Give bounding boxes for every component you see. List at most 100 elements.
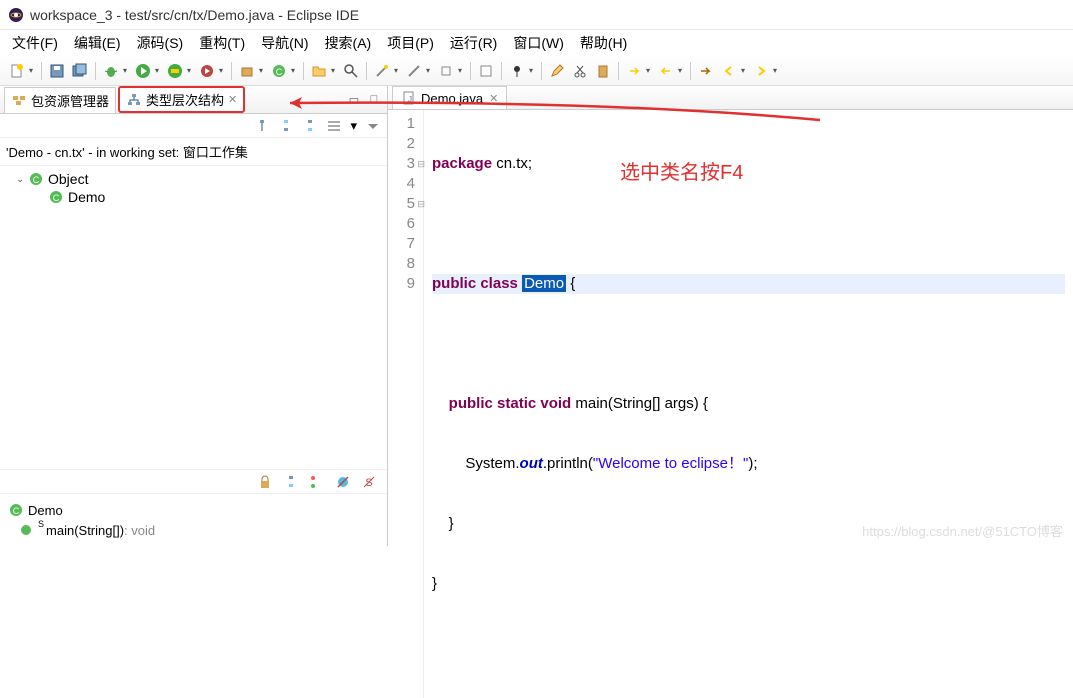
menu-refactor[interactable]: 重构(T) (191, 31, 253, 55)
back-icon (721, 63, 737, 79)
maximize-icon[interactable]: □ (367, 93, 381, 107)
show-subtype-icon[interactable] (302, 118, 318, 134)
menu-source[interactable]: 源码(S) (129, 31, 192, 55)
toggle3-button[interactable] (435, 60, 457, 82)
menu-search[interactable]: 搜索(A) (317, 31, 380, 55)
dropdown-icon[interactable]: ▾ (123, 66, 131, 75)
save-button[interactable] (46, 60, 68, 82)
tree-label: Demo (68, 189, 105, 205)
new-icon (9, 63, 25, 79)
prev-annotation-button[interactable] (655, 60, 677, 82)
dropdown-icon[interactable]: ▾ (678, 66, 686, 75)
new-button[interactable] (6, 60, 28, 82)
editor-tab-demo[interactable]: J Demo.java ✕ (392, 86, 507, 109)
run-last-button[interactable] (196, 60, 218, 82)
coverage-icon (167, 63, 183, 79)
dropdown-icon[interactable]: ▾ (458, 66, 466, 75)
sort-icon[interactable] (309, 474, 325, 490)
dropdown-icon[interactable]: ▾ (741, 66, 749, 75)
tree-row-object[interactable]: ⌄ C Object (8, 170, 379, 188)
dropdown-icon[interactable]: ▾ (29, 66, 37, 75)
dropdown-icon[interactable]: ▾ (394, 66, 402, 75)
open-task-button[interactable] (475, 60, 497, 82)
selected-class-name[interactable]: Demo (522, 275, 566, 292)
pin-button[interactable] (506, 60, 528, 82)
dropdown-icon[interactable]: ▾ (259, 66, 267, 75)
bug-icon (103, 63, 119, 79)
history-icon[interactable] (326, 118, 342, 134)
dropdown-icon[interactable]: ▾ (291, 66, 299, 75)
package-icon (239, 63, 255, 79)
menu-file[interactable]: 文件(F) (4, 31, 66, 55)
task-icon (478, 63, 494, 79)
separator (470, 62, 471, 80)
method-return: : void (124, 523, 155, 538)
view-menu-icon[interactable] (365, 118, 381, 134)
toggle2-button[interactable] (403, 60, 425, 82)
search-button[interactable] (340, 60, 362, 82)
last-edit-button[interactable] (695, 60, 717, 82)
tab-type-hierarchy[interactable]: 类型层次结构 ✕ (118, 86, 245, 113)
svg-text:J: J (408, 95, 412, 104)
search-icon (343, 63, 359, 79)
cut-button[interactable] (569, 60, 591, 82)
member-method[interactable]: S main(String[]) : void (8, 520, 379, 540)
member-class[interactable]: C Demo (8, 500, 379, 520)
back-button[interactable] (718, 60, 740, 82)
hierarchy-tree: ⌄ C Object C Demo (0, 166, 387, 210)
lock-icon[interactable] (257, 474, 273, 490)
forward-button[interactable] (750, 60, 772, 82)
dropdown-icon[interactable]: ▾ (187, 66, 195, 75)
class-icon: C (8, 502, 24, 518)
menu-navigate[interactable]: 导航(N) (253, 31, 316, 55)
collapse-icon[interactable]: ⌄ (16, 174, 28, 185)
editor-tabs: J Demo.java ✕ (388, 86, 1073, 110)
tree-row-demo[interactable]: C Demo (8, 188, 379, 206)
debug-button[interactable] (100, 60, 122, 82)
svg-text:C: C (276, 67, 283, 77)
svg-text:C: C (33, 175, 40, 185)
edit-button[interactable] (546, 60, 568, 82)
dropdown-icon[interactable]: ▾ (155, 66, 163, 75)
dropdown-icon[interactable]: ▾ (773, 66, 781, 75)
menu-edit[interactable]: 编辑(E) (66, 31, 129, 55)
code-editor[interactable]: 1 2 3 4 5 6 7 8 9 package cn.tx; public … (388, 110, 1073, 698)
menu-help[interactable]: 帮助(H) (572, 31, 635, 55)
tree-label: Object (48, 171, 88, 187)
run-button[interactable] (132, 60, 154, 82)
dropdown-icon[interactable]: ▾ (529, 66, 537, 75)
hide-static-icon[interactable]: S (361, 474, 377, 490)
minimize-icon[interactable]: ▭ (347, 93, 361, 107)
tab-label: Demo.java (421, 91, 483, 106)
separator (690, 62, 691, 80)
new-package-button[interactable] (236, 60, 258, 82)
close-icon[interactable]: ✕ (489, 92, 498, 105)
title-bar: workspace_3 - test/src/cn/tx/Demo.java -… (0, 0, 1073, 30)
show-type-hierarchy-icon[interactable] (254, 118, 270, 134)
dropdown-icon[interactable]: ▾ (350, 118, 357, 134)
code-content[interactable]: package cn.tx; public class Demo { publi… (424, 110, 1073, 698)
menu-run[interactable]: 运行(R) (442, 31, 505, 55)
tab-package-explorer[interactable]: 包资源管理器 (4, 87, 116, 113)
dropdown-icon[interactable]: ▾ (646, 66, 654, 75)
dropdown-icon[interactable]: ▾ (426, 66, 434, 75)
coverage-button[interactable] (164, 60, 186, 82)
pin-icon (509, 63, 525, 79)
dropdown-icon[interactable]: ▾ (219, 66, 227, 75)
show-inherited-icon[interactable] (283, 474, 299, 490)
close-icon[interactable]: ✕ (228, 93, 237, 106)
menu-project[interactable]: 项目(P) (379, 31, 442, 55)
paste-button[interactable] (592, 60, 614, 82)
save-all-button[interactable] (69, 60, 91, 82)
open-type-button[interactable] (308, 60, 330, 82)
separator (303, 62, 304, 80)
toggle-button[interactable] (371, 60, 393, 82)
hide-fields-icon[interactable] (335, 474, 351, 490)
workspace: 包资源管理器 类型层次结构 ✕ ▭ □ ▾ 'Demo - cn.tx' - i… (0, 86, 1073, 546)
show-supertype-icon[interactable] (278, 118, 294, 134)
new-class-button[interactable]: C (268, 60, 290, 82)
next-annotation-button[interactable] (623, 60, 645, 82)
menu-window[interactable]: 窗口(W) (505, 31, 572, 55)
last-edit-icon (698, 63, 714, 79)
dropdown-icon[interactable]: ▾ (331, 66, 339, 75)
